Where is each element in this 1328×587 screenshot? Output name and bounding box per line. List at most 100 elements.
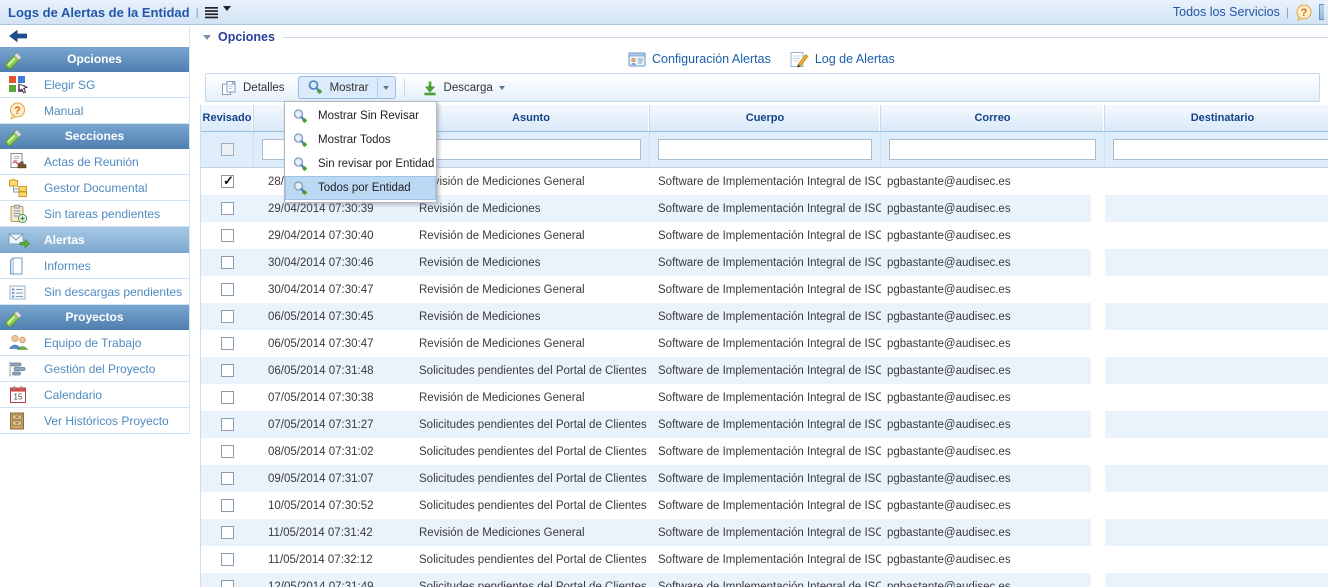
svg-text:?: ? (14, 105, 21, 117)
sidebar-section-header-opciones[interactable]: Opciones (0, 47, 189, 72)
back-arrow-icon[interactable] (8, 28, 28, 44)
sidebar-section-header-secciones[interactable]: Secciones (0, 124, 189, 149)
column-header-revisado[interactable]: Revisado (201, 105, 254, 131)
sidebar-item-ver-hist-ricos-proyecto[interactable]: Ver Históricos Proyecto (0, 408, 189, 434)
grid-toolbar: Detalles Mostrar Descarga (205, 73, 1320, 102)
cell-correo: pgbastante@audisec.es (881, 276, 1091, 303)
cell-fecha: 06/05/2014 07:30:47 (254, 330, 413, 357)
sidebar-item-sin-descargas-pendientes[interactable]: Sin descargas pendientes (0, 279, 189, 305)
row-checkbox[interactable] (221, 553, 234, 566)
cell-revisado (201, 438, 254, 465)
collapse-panel-icon[interactable] (203, 35, 211, 40)
row-checkbox[interactable] (221, 283, 234, 296)
table-row[interactable]: 10/05/2014 07:30:52Solicitudes pendiente… (201, 492, 1328, 519)
cell-correo: pgbastante@audisec.es (881, 168, 1091, 195)
menu-item-todos-por-entidad[interactable]: Todos por Entidad (285, 176, 436, 200)
row-checkbox[interactable] (221, 499, 234, 512)
table-row[interactable]: 06/05/2014 07:30:45Revisión de Medicione… (201, 303, 1328, 330)
column-gap (1091, 330, 1105, 357)
sidebar-item-sin-tareas-pendientes[interactable]: Sin tareas pendientes (0, 201, 189, 227)
row-checkbox[interactable] (221, 229, 234, 242)
cell-destinatario (1105, 573, 1328, 587)
cell-text: 12/05/2014 07:31:49 (268, 581, 374, 587)
column-header-correo[interactable]: Correo (881, 105, 1105, 131)
sidebar-item-elegir-sg[interactable]: Elegir SG (0, 72, 189, 98)
row-checkbox[interactable] (221, 202, 234, 215)
table-row[interactable]: 12/05/2014 07:31:49Solicitudes pendiente… (201, 573, 1328, 587)
sidebar-item-equipo-de-trabajo[interactable]: Equipo de Trabajo (0, 330, 189, 356)
row-checkbox[interactable] (221, 472, 234, 485)
row-checkbox[interactable] (221, 364, 234, 377)
row-checkbox[interactable] (221, 337, 234, 350)
sidebar-item-actas-de-reuni-n[interactable]: Actas de Reunión (0, 149, 189, 175)
hamburger-caret-icon[interactable] (223, 6, 231, 11)
table-row[interactable]: 08/05/2014 07:31:02Solicitudes pendiente… (201, 438, 1328, 465)
table-row[interactable]: 11/05/2014 07:31:42Revisión de Medicione… (201, 519, 1328, 546)
cell-cuerpo: Software de Implementación Integral de I… (650, 222, 881, 249)
cell-text: Software de Implementación Integral de I… (658, 419, 881, 431)
help-bubble-icon[interactable]: ? (1295, 4, 1313, 21)
column-header-cuerpo[interactable]: Cuerpo (650, 105, 881, 131)
row-checkbox[interactable] (221, 175, 234, 188)
column-gap (1091, 249, 1105, 276)
row-checkbox[interactable] (221, 445, 234, 458)
cell-destinatario (1105, 276, 1328, 303)
sidebar-section-label: Secciones (65, 129, 124, 143)
show-button[interactable]: Mostrar (298, 76, 378, 99)
filter-cuerpo-input[interactable] (658, 139, 872, 160)
sidebar-item-gestor-documental[interactable]: Gestor Documental (0, 175, 189, 201)
row-checkbox[interactable] (221, 310, 234, 323)
menu-item-sin-revisar-por-entidad[interactable]: Sin revisar por Entidad (285, 152, 436, 176)
filter-revisado-checkbox[interactable] (221, 143, 234, 156)
show-button-label: Mostrar (330, 82, 369, 94)
menu-item-mostrar-todos[interactable]: Mostrar Todos (285, 128, 436, 152)
table-row[interactable]: 11/05/2014 07:32:12Solicitudes pendiente… (201, 546, 1328, 573)
sidebar-item-alertas[interactable]: Alertas (0, 227, 189, 253)
table-row[interactable]: 07/05/2014 07:31:27Solicitudes pendiente… (201, 411, 1328, 438)
show-menu-arrow-button[interactable] (378, 76, 396, 99)
row-checkbox[interactable] (221, 418, 234, 431)
quick-link-configuraci-n-alertas[interactable]: Configuración Alertas (628, 51, 771, 68)
cell-destinatario (1105, 438, 1328, 465)
hamburger-menu-icon[interactable] (205, 4, 220, 20)
cell-text: Software de Implementación Integral de I… (658, 473, 881, 485)
cell-text: pgbastante@audisec.es (887, 365, 1011, 377)
column-header-destinatario[interactable]: Destinatario (1105, 105, 1328, 131)
sidebar-item-informes[interactable]: Informes (0, 253, 189, 279)
row-checkbox[interactable] (221, 526, 234, 539)
filter-asunto-input[interactable] (421, 139, 641, 160)
row-checkbox[interactable] (221, 391, 234, 404)
table-row[interactable]: 09/05/2014 07:31:07Solicitudes pendiente… (201, 465, 1328, 492)
quick-link-log-de-alertas[interactable]: Log de Alertas (789, 50, 895, 69)
filter-correo-input[interactable] (889, 139, 1096, 160)
cell-text: 29/04/2014 07:30:40 (268, 230, 374, 242)
menu-item-mostrar-sin-revisar[interactable]: Mostrar Sin Revisar (285, 104, 436, 128)
cell-fecha: 10/05/2014 07:30:52 (254, 492, 413, 519)
cell-text: Revisión de Mediciones General (419, 392, 585, 404)
cell-asunto: Revisión de Mediciones General (413, 276, 650, 303)
details-button[interactable]: Detalles (212, 76, 294, 99)
row-checkbox[interactable] (221, 256, 234, 269)
table-row[interactable]: 30/04/2014 07:30:46Revisión de Medicione… (201, 249, 1328, 276)
sidebar-item-gesti-n-del-proyecto[interactable]: Gestión del Proyecto (0, 356, 189, 382)
cell-revisado (201, 222, 254, 249)
column-gap (1091, 411, 1105, 438)
filter-destinatario-input[interactable] (1113, 139, 1328, 160)
sidebar-section-header-proyectos[interactable]: Proyectos (0, 305, 189, 330)
table-row[interactable]: 06/05/2014 07:31:48Solicitudes pendiente… (201, 357, 1328, 384)
cell-text: pgbastante@audisec.es (887, 527, 1011, 539)
table-row[interactable]: 06/05/2014 07:30:47Revisión de Medicione… (201, 330, 1328, 357)
cell-revisado (201, 384, 254, 411)
row-checkbox[interactable] (221, 580, 234, 587)
column-gap (1091, 384, 1105, 411)
sidebar-item-calendario[interactable]: 15Calendario (0, 382, 189, 408)
all-services-link[interactable]: Todos los Servicios (1173, 5, 1280, 19)
download-button[interactable]: Descarga (413, 76, 514, 99)
table-row[interactable]: 29/04/2014 07:30:40Revisión de Medicione… (201, 222, 1328, 249)
sidebar-item-manual[interactable]: ?Manual (0, 98, 189, 124)
column-header-asunto[interactable]: Asunto (413, 105, 650, 131)
table-row[interactable]: 07/05/2014 07:30:38Revisión de Medicione… (201, 384, 1328, 411)
calendar-icon: 15 (8, 385, 30, 405)
column-gap (1091, 195, 1105, 222)
table-row[interactable]: 30/04/2014 07:30:47Revisión de Medicione… (201, 276, 1328, 303)
